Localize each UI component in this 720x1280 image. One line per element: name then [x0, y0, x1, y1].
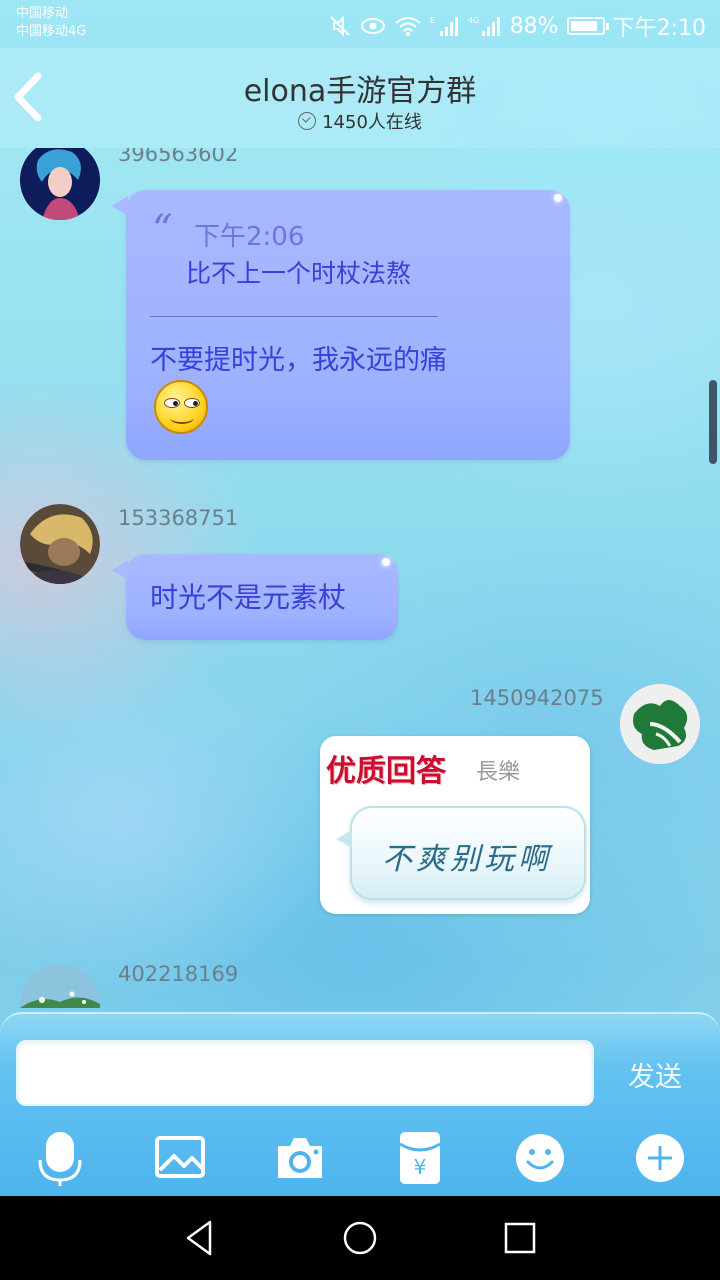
online-count[interactable]: 1450人在线: [0, 108, 720, 134]
status-bar: 中国移动 中国移动4G E 4G 88% 下午2:10: [0, 0, 720, 48]
wifi-icon: [395, 17, 421, 36]
avatar-landscape-icon: [20, 964, 100, 1008]
carrier-1: 中国移动: [16, 6, 69, 21]
send-button[interactable]: 发送: [610, 1054, 700, 1094]
battery-percent: 88%: [509, 13, 559, 39]
emoji-icon[interactable]: [512, 1130, 568, 1186]
scrollbar[interactable]: [709, 380, 717, 464]
avatar[interactable]: [20, 964, 100, 1008]
quote-text: 比不上一个时杖法熬: [186, 259, 412, 288]
smirk-emoji-icon: [154, 380, 208, 434]
avatar-portrait-icon: [20, 148, 100, 220]
eye-comfort-icon: [360, 18, 385, 34]
sparkle-decoration: [382, 558, 390, 566]
status-icons: E 4G 88% 下午2:10: [328, 10, 706, 42]
avatar[interactable]: [620, 684, 700, 764]
camera-icon[interactable]: [272, 1130, 328, 1186]
svg-text:¥: ¥: [414, 1155, 427, 1179]
quote-time: 下午2:06: [194, 222, 305, 252]
battery-icon: [566, 17, 609, 35]
quote-icon: “: [152, 207, 173, 253]
sender-id[interactable]: 153368751: [118, 506, 238, 530]
battery-fill: [570, 21, 597, 31]
microphone-icon[interactable]: [32, 1130, 88, 1186]
nav-recents-icon[interactable]: [500, 1218, 540, 1258]
emoji-eye: [164, 398, 180, 408]
sender-id[interactable]: 396563602: [118, 148, 238, 166]
message-text: 不要提时光，我永远的痛: [150, 345, 447, 376]
message-list[interactable]: 396563602 “ 下午2:06 比不上一个时杖法熬 不要提时光，我永远的痛…: [0, 148, 720, 1008]
nav-back-icon[interactable]: [180, 1218, 220, 1258]
message-bubble[interactable]: 时光不是元素杖: [112, 554, 398, 640]
red-packet-icon[interactable]: ¥: [392, 1130, 448, 1186]
input-panel: 发送 ¥: [0, 1012, 720, 1196]
emoji-eye: [184, 398, 200, 408]
signal-e-icon: E: [430, 16, 458, 36]
sticker-bubble: 不爽别玩啊: [336, 806, 586, 900]
quote-divider: [150, 316, 438, 317]
plus-icon[interactable]: [632, 1130, 688, 1186]
sender-id[interactable]: 402218169: [118, 962, 238, 986]
message-input[interactable]: [16, 1040, 594, 1106]
sparkle-decoration: [554, 194, 562, 202]
carrier-info: 中国移动 中国移动4G: [16, 5, 86, 41]
online-check-icon: [298, 112, 317, 130]
chat-header: elona手游官方群 1450人在线: [0, 48, 720, 148]
sticker-title: 优质回答: [326, 754, 446, 789]
carrier-2: 中国移动4G: [16, 24, 87, 39]
signal-4g-icon: 4G: [468, 16, 500, 36]
clock: 下午2:10: [612, 16, 706, 41]
online-count-label: 1450人在线: [322, 112, 422, 133]
group-title[interactable]: elona手游官方群: [0, 66, 720, 110]
avatar[interactable]: [20, 504, 100, 584]
message-text: 时光不是元素杖: [150, 581, 347, 614]
sticker-text: 不爽别玩啊: [382, 842, 552, 877]
emoji-mouth: [170, 412, 194, 424]
svg-text:4G: 4G: [468, 16, 479, 25]
nav-home-icon[interactable]: [340, 1218, 380, 1258]
avatar[interactable]: [20, 148, 100, 220]
sticker-subtitle: 長樂: [476, 760, 521, 785]
image-icon[interactable]: [152, 1130, 208, 1186]
system-nav-bar: [0, 1196, 720, 1280]
sticker-message[interactable]: 优质回答 長樂 不爽别玩啊: [320, 736, 590, 914]
avatar-cabbage-icon: [620, 684, 700, 764]
avatar-warrior-icon: [20, 504, 100, 584]
sender-id[interactable]: 1450942075: [470, 686, 604, 710]
message-bubble[interactable]: “ 下午2:06 比不上一个时杖法熬 不要提时光，我永远的痛: [112, 190, 570, 460]
svg-text:E: E: [430, 16, 435, 25]
mute-icon: [329, 15, 350, 37]
